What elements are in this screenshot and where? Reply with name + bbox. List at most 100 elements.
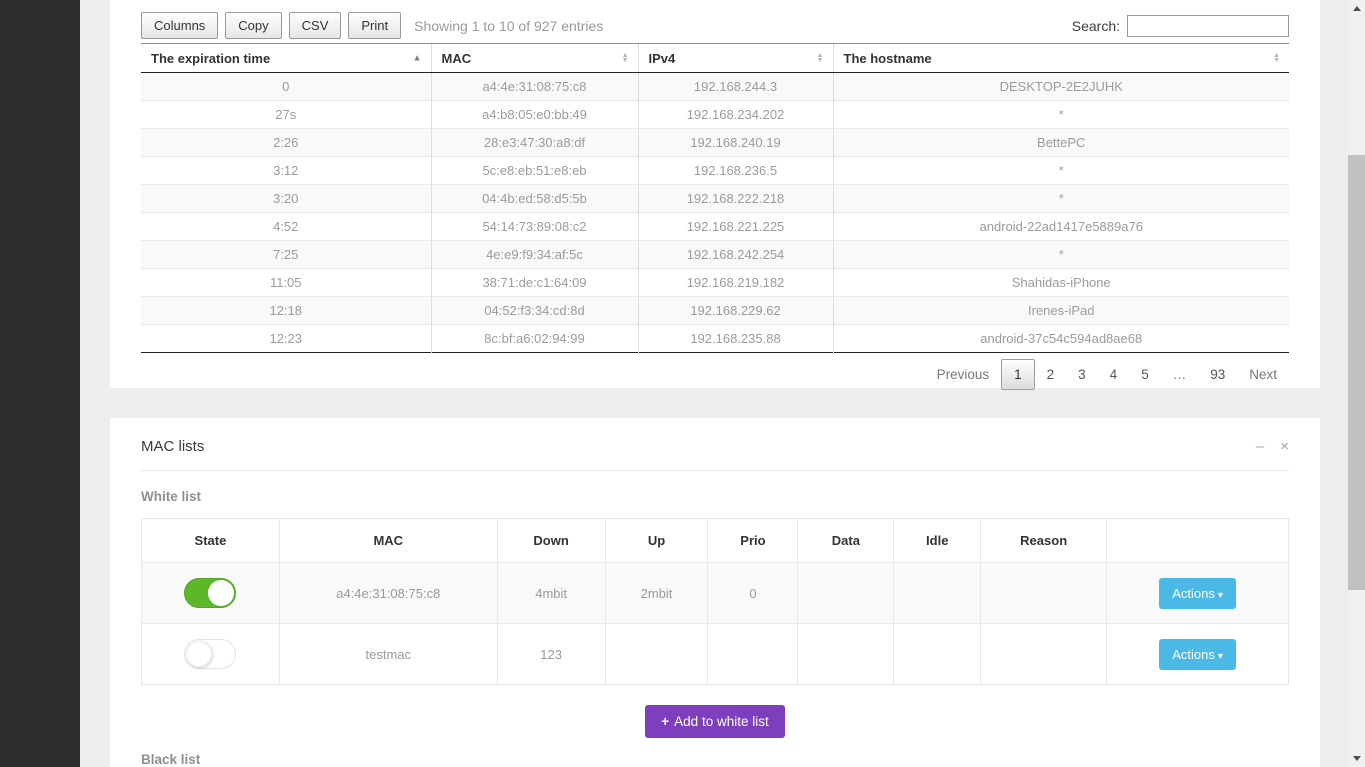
- pagination-page-93[interactable]: 93: [1198, 360, 1237, 389]
- cell-state: [141, 562, 280, 624]
- cell-hostname: *: [832, 240, 1289, 269]
- cell-expiration: 0: [141, 72, 431, 101]
- cell-hostname: BettePC: [832, 128, 1289, 157]
- pagination-page-2[interactable]: 2: [1035, 360, 1067, 389]
- scrollbar-thumb[interactable]: [1348, 155, 1365, 590]
- leases-header-row: The expiration time ▲ MAC ▲ ▼ IPv4 ▲ ▼ The…: [141, 43, 1289, 73]
- cell-mac: 8c:bf:a6:02:94:99: [430, 324, 638, 353]
- actions-button[interactable]: Actions ▾: [1159, 638, 1236, 670]
- caret-down-icon: ▾: [1217, 589, 1223, 601]
- table-row: 2:26 28:e3:47:30:a8:df 192.168.240.19 Be…: [141, 128, 1289, 157]
- column-header-state: State: [141, 518, 280, 563]
- table-row: 3:20 04:4b:ed:58:d5:5b 192.168.222.218 *: [141, 184, 1289, 213]
- cell-ipv4: 192.168.222.218: [637, 184, 833, 213]
- caret-down-icon: ▾: [1217, 650, 1223, 662]
- cell-ipv4: 192.168.242.254: [637, 240, 833, 269]
- state-toggle-off[interactable]: [184, 639, 237, 669]
- cell-down: 4mbit: [496, 562, 606, 624]
- sort-icon: ▼: [816, 57, 824, 64]
- cell-expiration: 11:05: [141, 268, 431, 297]
- vertical-scrollbar[interactable]: [1348, 0, 1365, 767]
- column-header-ipv4[interactable]: IPv4 ▲ ▼: [637, 43, 833, 73]
- cell-reason: [980, 562, 1107, 624]
- cell-ipv4: 192.168.235.88: [637, 324, 833, 353]
- cell-ipv4: 192.168.219.182: [637, 268, 833, 297]
- columns-button[interactable]: Columns: [141, 12, 219, 39]
- column-header-data: Data: [797, 518, 894, 563]
- sort-ascending-icon: ▲: [412, 52, 422, 63]
- leases-panel: Columns Copy CSV Print Showing 1 to 10 o…: [110, 0, 1320, 390]
- cell-reason: [980, 623, 1107, 685]
- cell-mac: testmac: [278, 623, 498, 685]
- column-header-label: MAC: [441, 51, 472, 66]
- cell-hostname: Shahidas-iPhone: [832, 268, 1289, 297]
- cell-mac: 38:71:de:c1:64:09: [430, 268, 638, 297]
- pagination-page-3[interactable]: 3: [1066, 360, 1098, 389]
- pagination-next[interactable]: Next: [1237, 360, 1289, 389]
- table-row: 12:23 8c:bf:a6:02:94:99 192.168.235.88 a…: [141, 324, 1289, 353]
- cell-mac: 4e:e9:f9:34:af:5c: [430, 240, 638, 269]
- cell-expiration: 12:18: [141, 296, 431, 325]
- csv-button[interactable]: CSV: [288, 12, 342, 39]
- sort-icon: ▼: [621, 57, 629, 64]
- column-header-hostname[interactable]: The hostname ▲ ▼: [832, 43, 1289, 73]
- close-icon[interactable]: ×: [1280, 439, 1289, 454]
- scroll-down-button[interactable]: [1348, 750, 1365, 767]
- cell-hostname: Irenes-iPad: [832, 296, 1289, 325]
- column-header-idle: Idle: [893, 518, 981, 563]
- search-label: Search:: [1071, 17, 1120, 34]
- table-row: 4:52 54:14:73:89:08:c2 192.168.221.225 a…: [141, 212, 1289, 241]
- search-input[interactable]: [1127, 14, 1289, 37]
- column-header-mac[interactable]: MAC ▲ ▼: [430, 43, 638, 73]
- cell-up: [604, 623, 708, 685]
- leases-table: The expiration time ▲ MAC ▲ ▼ IPv4 ▲ ▼ The…: [141, 43, 1289, 353]
- cell-mac: 28:e3:47:30:a8:df: [430, 128, 638, 157]
- toggle-knob: [186, 641, 213, 667]
- cell-expiration: 7:25: [141, 240, 431, 269]
- cell-up: 2mbit: [604, 562, 708, 624]
- cell-hostname: *: [832, 184, 1289, 213]
- cell-hostname: *: [832, 100, 1289, 129]
- minimize-icon[interactable]: –: [1256, 439, 1264, 454]
- mac-lists-panel: MAC lists – × White list State MAC Down …: [110, 418, 1320, 767]
- table-row: 12:18 04:52:f3:34:cd:8d 192.168.229.62 I…: [141, 296, 1289, 325]
- cell-ipv4: 192.168.234.202: [637, 100, 833, 129]
- state-toggle-on[interactable]: [184, 578, 237, 608]
- cell-ipv4: 192.168.240.19: [637, 128, 833, 157]
- column-header-label: IPv4: [648, 51, 676, 66]
- cell-mac: a4:4e:31:08:75:c8: [430, 72, 638, 101]
- mac-lists-header: MAC lists – ×: [141, 438, 1289, 455]
- app-sidebar: [0, 0, 80, 767]
- column-header-label: The expiration time: [151, 51, 271, 66]
- actions-button[interactable]: Actions ▾: [1159, 577, 1236, 609]
- cell-ipv4: 192.168.229.62: [637, 296, 833, 325]
- sort-icon: ▼: [1273, 57, 1280, 64]
- pagination: Previous 1 2 3 4 5 … 93 Next: [141, 359, 1289, 390]
- cell-data: [797, 562, 894, 624]
- toggle-knob: [208, 580, 235, 606]
- pagination-page-5[interactable]: 5: [1129, 360, 1161, 389]
- cell-expiration: 2:26: [141, 128, 431, 157]
- add-to-white-list-button[interactable]: + Add to white list: [645, 705, 785, 738]
- print-button[interactable]: Print: [348, 12, 402, 39]
- cell-expiration: 3:12: [141, 156, 431, 185]
- cell-idle: [893, 623, 981, 685]
- cell-expiration: 3:20: [141, 184, 431, 213]
- column-header-label: The hostname: [843, 51, 932, 66]
- cell-mac: a4:b8:05:e0:bb:49: [430, 100, 638, 129]
- pagination-previous[interactable]: Previous: [925, 360, 1002, 389]
- white-list-row: a4:4e:31:08:75:c8 4mbit 2mbit 0 Actions ▾: [141, 562, 1289, 624]
- copy-button[interactable]: Copy: [225, 12, 282, 39]
- column-header-mac: MAC: [278, 518, 498, 563]
- pagination-page-1[interactable]: 1: [1001, 359, 1035, 390]
- cell-actions: Actions ▾: [1106, 562, 1289, 624]
- cell-hostname: DESKTOP-2E2JUHK: [832, 72, 1289, 101]
- cell-hostname: android-37c54c594ad8ae68: [832, 324, 1289, 353]
- cell-mac: 04:52:f3:34:cd:8d: [430, 296, 638, 325]
- cell-prio: 0: [707, 562, 798, 624]
- scroll-up-button[interactable]: [1348, 0, 1365, 17]
- cell-hostname: android-22ad1417e5889a76: [832, 212, 1289, 241]
- showing-entries-text: Showing 1 to 10 of 927 entries: [414, 17, 604, 34]
- column-header-expiration[interactable]: The expiration time ▲: [141, 43, 431, 73]
- pagination-page-4[interactable]: 4: [1098, 360, 1130, 389]
